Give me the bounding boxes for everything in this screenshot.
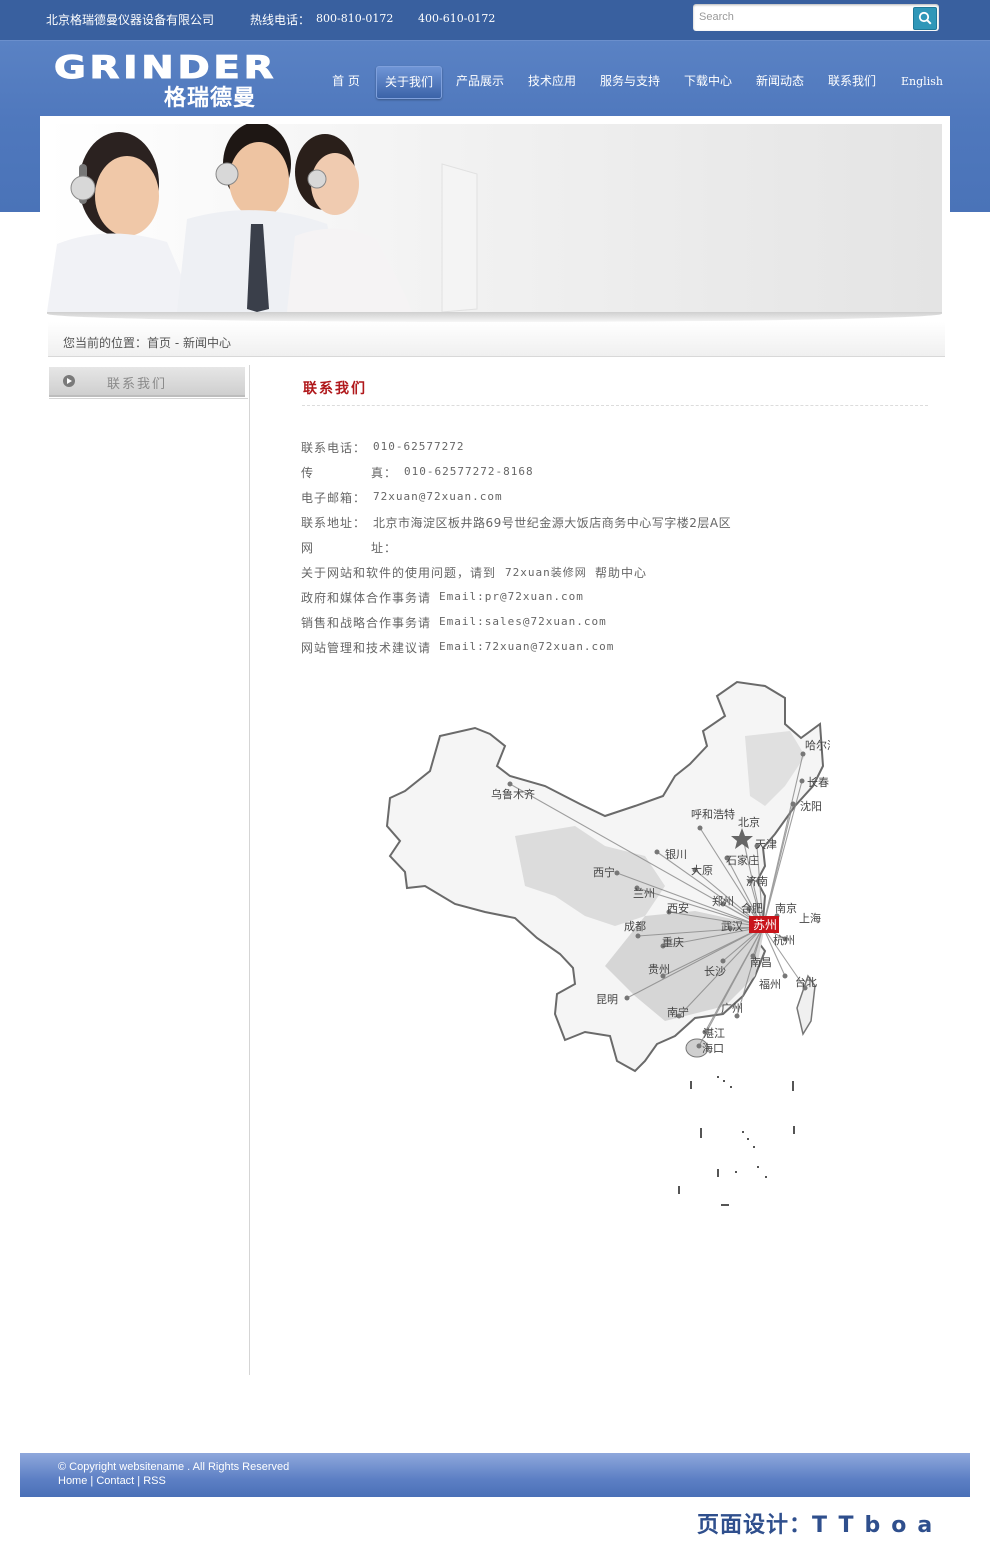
help-text: 关于网站和软件的使用问题，请到 bbox=[301, 566, 497, 580]
search-box bbox=[693, 4, 939, 31]
search-button[interactable] bbox=[913, 7, 937, 30]
svg-text:沈阳: 沈阳 bbox=[800, 799, 822, 813]
svg-text:北京: 北京 bbox=[738, 815, 760, 829]
svg-text:杭州: 杭州 bbox=[773, 933, 795, 947]
banner-shadow bbox=[47, 312, 942, 322]
svg-text:合肥: 合肥 bbox=[741, 901, 763, 915]
hotline-label: 热线电话： bbox=[250, 13, 311, 27]
footer-link-home[interactable]: Home bbox=[58, 1475, 87, 1487]
help-site-link[interactable]: 72xuan装修网 bbox=[505, 564, 587, 580]
credit-brand: TTboa bbox=[812, 1513, 944, 1538]
footer-link-rss[interactable]: RSS bbox=[143, 1475, 166, 1487]
svg-text:石家庄: 石家庄 bbox=[726, 853, 759, 867]
footer-link-contact[interactable]: Contact bbox=[96, 1475, 134, 1487]
svg-text:兰州: 兰州 bbox=[633, 887, 655, 900]
nav-english[interactable]: English bbox=[892, 66, 952, 97]
footer-links: Home | Contact | RSS bbox=[58, 1475, 166, 1487]
svg-text:海口: 海口 bbox=[702, 1041, 724, 1055]
svg-text:台北: 台北 bbox=[795, 975, 817, 989]
nav-home[interactable]: 首 页 bbox=[322, 66, 370, 97]
nav-download[interactable]: 下载中心 bbox=[676, 66, 740, 97]
china-map: 苏州 哈尔滨 长春 沈阳 乌鲁木齐 呼和浩特 北京 天津 银川 石家庄 大原 西… bbox=[385, 680, 830, 1206]
nav-about[interactable]: 关于我们 bbox=[376, 66, 442, 99]
sidebar-item-label: 联系我们 bbox=[107, 377, 168, 392]
svg-text:济南: 济南 bbox=[746, 874, 768, 888]
svg-text:乌鲁木齐: 乌鲁木齐 bbox=[491, 787, 535, 801]
nav-contact[interactable]: 联系我们 bbox=[820, 66, 884, 97]
company-name: 北京格瑞德曼仪器设备有限公司 bbox=[46, 13, 215, 27]
divider bbox=[49, 398, 248, 399]
svg-text:郑州: 郑州 bbox=[712, 894, 734, 908]
svg-text:成都: 成都 bbox=[624, 920, 646, 933]
south-sea-islands bbox=[678, 1076, 795, 1206]
copyright: © Copyright websitename . All Rights Res… bbox=[58, 1461, 290, 1473]
phone-label: 联系电话： bbox=[301, 441, 367, 455]
breadcrumb: 您当前的位置：首页 - 新闻中心 bbox=[63, 336, 231, 350]
help-center-link[interactable]: 帮助中心 bbox=[595, 564, 647, 581]
svg-text:重庆: 重庆 bbox=[662, 935, 684, 949]
tech-text: 网站管理和技术建议请 bbox=[301, 641, 432, 655]
page-title: 联系我们 bbox=[303, 381, 367, 397]
magnifier-icon bbox=[918, 11, 932, 25]
svg-text:南昌: 南昌 bbox=[750, 956, 772, 969]
credit-label: 页面设计： bbox=[697, 1513, 813, 1538]
tech-email[interactable]: Email:72xuan@72xuan.com bbox=[439, 640, 614, 653]
fax-label-2: 真： bbox=[371, 466, 398, 480]
logo[interactable]: GRINDER 格瑞德曼 bbox=[53, 52, 274, 112]
svg-text:南宁: 南宁 bbox=[667, 1005, 689, 1019]
design-credit: 页面设计：TTboa bbox=[697, 1507, 943, 1539]
footer: © Copyright websitename . All Rights Res… bbox=[20, 1453, 970, 1497]
fax-value: 010-62577272-8168 bbox=[404, 465, 534, 478]
svg-text:福州: 福州 bbox=[759, 977, 781, 991]
fax-label-1: 传 bbox=[301, 466, 315, 480]
breadcrumb-bar: 您当前的位置：首页 - 新闻中心 bbox=[48, 322, 945, 357]
gov-text: 政府和媒体合作事务请 bbox=[301, 591, 432, 605]
website-label-1: 网 bbox=[301, 541, 315, 555]
svg-text:上海: 上海 bbox=[799, 911, 821, 925]
search-input[interactable] bbox=[699, 8, 899, 26]
email-value[interactable]: 72xuan@72xuan.com bbox=[373, 490, 503, 503]
phone-value: 010-62577272 bbox=[373, 440, 465, 453]
svg-text:广州: 广州 bbox=[721, 1002, 743, 1015]
email-label: 电子邮箱： bbox=[301, 491, 367, 505]
svg-text:哈尔滨: 哈尔滨 bbox=[805, 738, 830, 752]
banner-image bbox=[47, 124, 942, 312]
sales-email[interactable]: Email:sales@72xuan.com bbox=[439, 615, 607, 628]
svg-text:呼和浩特: 呼和浩特 bbox=[691, 807, 735, 821]
content-container: 您当前的位置：首页 - 新闻中心 联系我们 联系我们 联系电话： 010-625… bbox=[40, 116, 950, 1416]
svg-text:天津: 天津 bbox=[755, 838, 777, 851]
arrow-right-icon bbox=[63, 375, 75, 387]
svg-text:南京: 南京 bbox=[775, 901, 797, 915]
website-label-2: 址： bbox=[371, 541, 398, 555]
svg-text:长春: 长春 bbox=[807, 776, 829, 789]
hotline-number-1: 800-810-0172 bbox=[316, 12, 394, 25]
svg-text:西宁: 西宁 bbox=[593, 865, 615, 879]
nav-tech[interactable]: 技术应用 bbox=[520, 66, 584, 97]
nav-products[interactable]: 产品展示 bbox=[448, 66, 512, 97]
logo-chinese: 格瑞德曼 bbox=[164, 86, 257, 111]
hub-city: 苏州 bbox=[753, 918, 777, 932]
gov-email[interactable]: Email:pr@72xuan.com bbox=[439, 590, 584, 603]
divider bbox=[302, 405, 928, 406]
svg-text:长沙: 长沙 bbox=[704, 965, 726, 978]
svg-text:湛江: 湛江 bbox=[703, 1027, 725, 1040]
nav-news[interactable]: 新闻动态 bbox=[748, 66, 812, 97]
address-label: 联系地址： bbox=[301, 516, 367, 530]
sidebar-item-contact[interactable]: 联系我们 bbox=[49, 367, 245, 397]
customer-service-photo bbox=[47, 124, 478, 312]
svg-text:武汉: 武汉 bbox=[721, 920, 743, 933]
sidebar: 联系我们 bbox=[48, 365, 250, 1375]
svg-text:昆明: 昆明 bbox=[596, 993, 618, 1006]
svg-text:贵州: 贵州 bbox=[648, 963, 670, 976]
hotline-number-2: 400-610-0172 bbox=[418, 12, 496, 25]
address-value: 北京市海淀区板井路69号世纪金源大饭店商务中心写字楼2层A区 bbox=[373, 516, 732, 530]
nav-service[interactable]: 服务与支持 bbox=[592, 66, 668, 97]
footer-separator: | bbox=[134, 1475, 144, 1487]
sales-text: 销售和战略合作事务请 bbox=[301, 616, 432, 630]
svg-text:大原: 大原 bbox=[691, 863, 713, 877]
svg-text:西安: 西安 bbox=[667, 901, 689, 915]
footer-separator: | bbox=[87, 1475, 97, 1487]
svg-text:银川: 银川 bbox=[665, 847, 687, 861]
